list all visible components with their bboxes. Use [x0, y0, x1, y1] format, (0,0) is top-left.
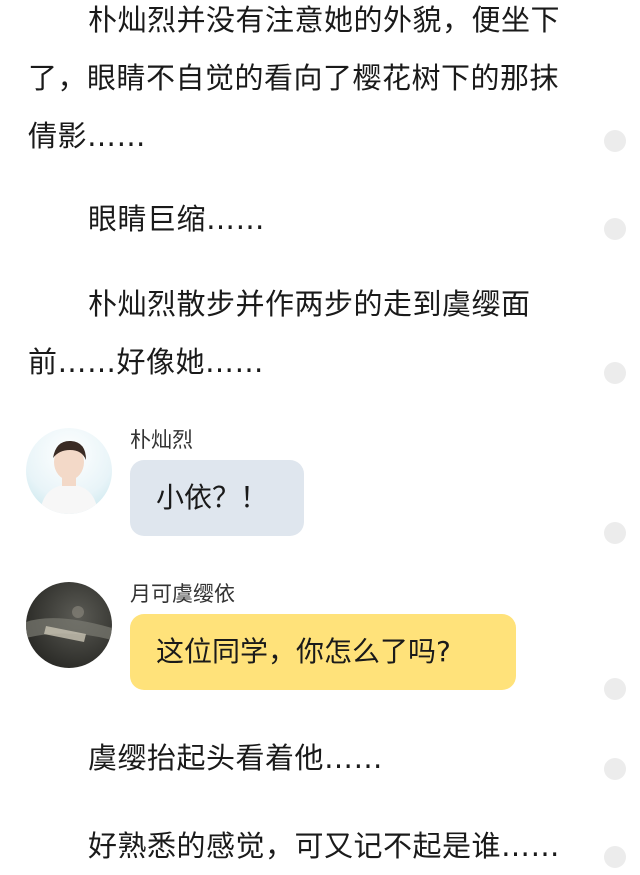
chat-bubble-1: 小依？！	[130, 460, 304, 536]
story-paragraph-4: 虞缨抬起头看着他……	[88, 741, 384, 775]
avatar-yuyingyi[interactable]	[26, 582, 112, 668]
side-dot[interactable]	[604, 758, 626, 780]
avatar-chanyeol[interactable]	[26, 428, 112, 514]
side-dot[interactable]	[604, 522, 626, 544]
story-paragraph-2: 眼睛巨缩……	[88, 202, 266, 236]
speaker-name-2: 月可虞缨依	[130, 582, 235, 606]
story-paragraph-5: 好熟悉的感觉，可又记不起是谁……	[88, 829, 561, 863]
side-dot[interactable]	[604, 130, 626, 152]
story-paragraph-1: 朴灿烈并没有注意她的外貌，便坐下了，眼睛不自觉的看向了樱花树下的那抹倩影……	[28, 3, 561, 153]
side-dot[interactable]	[604, 846, 626, 868]
avatar-portrait-icon	[40, 440, 98, 514]
side-dot[interactable]	[604, 218, 626, 240]
speaker-name-1: 朴灿烈	[130, 428, 193, 452]
avatar-portrait-icon	[26, 606, 112, 642]
story-paragraph-3: 朴灿烈散步并作两步的走到虞缨面前……好像她……	[28, 287, 531, 379]
chat-bubble-2: 这位同学，你怎么了吗?	[130, 614, 516, 690]
side-dot[interactable]	[604, 678, 626, 700]
side-dot[interactable]	[604, 362, 626, 384]
